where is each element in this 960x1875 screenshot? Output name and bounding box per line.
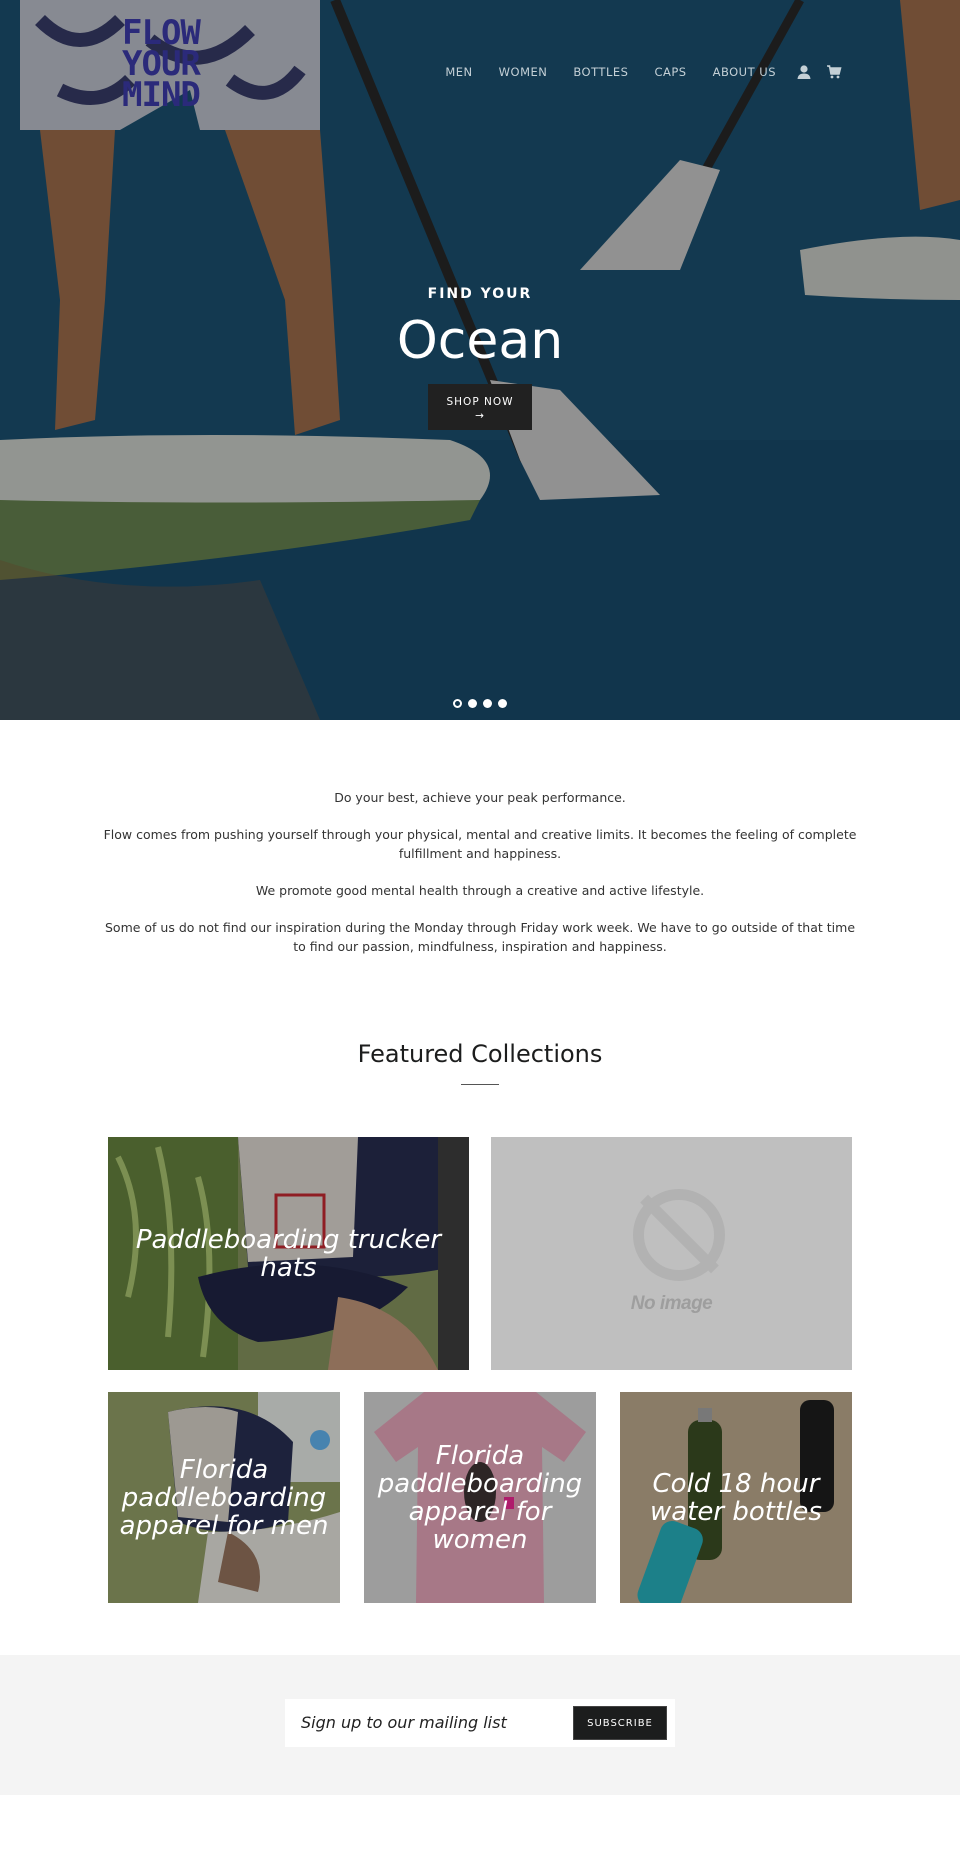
slide-pagination: [0, 699, 960, 708]
slide-dot-1[interactable]: [453, 699, 462, 708]
collection-card-water-bottles[interactable]: Cold 18 hour water bottles: [620, 1392, 852, 1603]
slide-dot-2[interactable]: [468, 699, 477, 708]
title-divider: [461, 1084, 499, 1085]
site-logo[interactable]: FLOW YOUR MIND: [122, 16, 232, 118]
intro-paragraph: Some of us do not find our inspiration d…: [104, 920, 856, 954]
nav-item-caps[interactable]: CAPS: [654, 65, 686, 79]
nav-item-about-us[interactable]: ABOUT US: [713, 65, 776, 79]
nav-item-bottles[interactable]: BOTTLES: [573, 65, 628, 79]
slide-dot-4[interactable]: [498, 699, 507, 708]
subscribe-button[interactable]: SUBSCRIBE: [573, 1706, 667, 1740]
no-image-text: No image: [630, 1293, 713, 1314]
hero-slideshow: FLOW YOUR MIND MEN WOMEN BOTTLES CAPS AB…: [0, 0, 960, 720]
cart-icon[interactable]: [826, 64, 842, 80]
collection-row: Florida paddleboarding apparel for men F…: [108, 1392, 852, 1603]
featured-collections: Featured Collections Paddleboarding truc…: [0, 1040, 960, 1603]
arrow-right-icon: →: [475, 410, 485, 422]
hero-caption: FIND YOUR Ocean SHOP NOW →: [0, 286, 960, 430]
intro-paragraph: Do your best, achieve your peak performa…: [334, 790, 626, 805]
collection-title: Florida paddleboarding apparel for men: [119, 1454, 329, 1541]
collection-title: Florida paddleboarding apparel for women: [377, 1440, 583, 1555]
nav-item-women[interactable]: WOMEN: [499, 65, 548, 79]
slide-dot-3[interactable]: [483, 699, 492, 708]
section-title: Featured Collections: [357, 1040, 603, 1068]
collection-title: Paddleboarding trucker hats: [135, 1224, 442, 1283]
hero-title: Ocean: [396, 311, 564, 371]
hero-subtitle: FIND YOUR: [427, 286, 533, 302]
newsletter-section: SUBSCRIBE: [0, 1655, 960, 1795]
logo-line: MIND: [122, 75, 201, 115]
footer-spacer: [0, 1795, 960, 1850]
intro-paragraph: We promote good mental health through a …: [255, 883, 705, 898]
collection-title: Cold 18 hour water bottles: [650, 1468, 822, 1527]
collection-card-no-image[interactable]: No image: [491, 1137, 852, 1370]
intro-text: Do your best, achieve your peak performa…: [0, 720, 960, 956]
newsletter-form: SUBSCRIBE: [285, 1699, 675, 1747]
collection-row: Paddleboarding trucker hats No image: [108, 1137, 852, 1370]
collection-grid: Paddleboarding trucker hats No image Flo…: [108, 1137, 852, 1603]
user-icon[interactable]: [796, 64, 812, 80]
nav-item-men[interactable]: MEN: [445, 65, 472, 79]
newsletter-email-input[interactable]: [301, 1707, 571, 1737]
collection-card-men-apparel[interactable]: Florida paddleboarding apparel for men: [108, 1392, 340, 1603]
collection-card-trucker-hats[interactable]: Paddleboarding trucker hats: [108, 1137, 469, 1370]
intro-paragraph: Flow comes from pushing yourself through…: [103, 827, 857, 861]
collection-card-women-apparel[interactable]: Florida paddleboarding apparel for women: [364, 1392, 596, 1603]
site-header: FLOW YOUR MIND MEN WOMEN BOTTLES CAPS AB…: [0, 0, 960, 130]
main-nav: MEN WOMEN BOTTLES CAPS ABOUT US: [419, 64, 842, 80]
shop-now-button[interactable]: SHOP NOW →: [428, 384, 532, 430]
shop-now-label: SHOP NOW: [446, 396, 514, 408]
